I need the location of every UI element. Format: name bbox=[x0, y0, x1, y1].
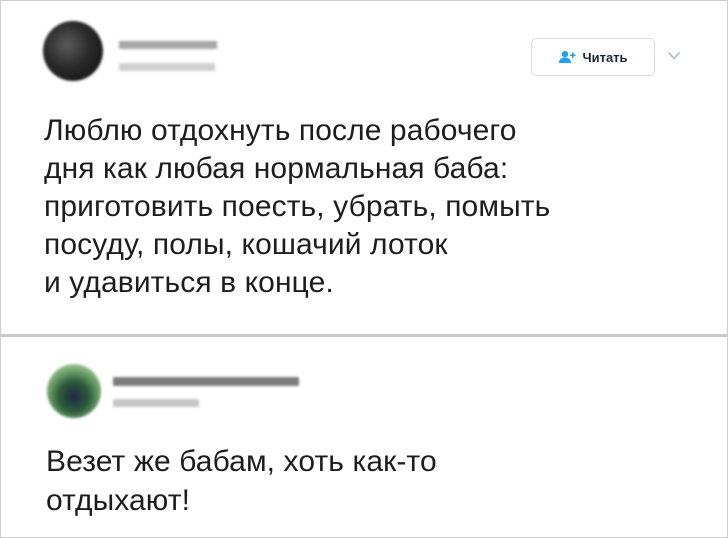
tweet-text-line: посуду, полы, кошачий лоток bbox=[44, 228, 448, 261]
add-user-icon bbox=[559, 51, 577, 63]
tweet-original: Читать Люблю отдохнуть после рабочего дн… bbox=[1, 1, 727, 334]
tweet-text-line: Люблю отдохнуть после рабочего bbox=[44, 114, 517, 147]
author-name-blurred[interactable] bbox=[119, 41, 217, 49]
tweet-text: Люблю отдохнуть после рабочего дня как л… bbox=[44, 112, 684, 302]
avatar[interactable] bbox=[47, 364, 101, 418]
reply-text: Везет же бабам, хоть как-то отдыхают! bbox=[46, 442, 686, 520]
tweet-text-line: дня как любая нормальная баба: bbox=[44, 152, 509, 185]
follow-button[interactable]: Читать bbox=[531, 38, 655, 76]
follow-button-label: Читать bbox=[582, 49, 628, 65]
tweet-text-line: и удавиться в конце. bbox=[44, 266, 334, 299]
author-handle-blurred bbox=[113, 399, 199, 407]
tweet-reply: Везет же бабам, хоть как-то отдыхают! bbox=[1, 337, 727, 537]
author-handle-blurred bbox=[119, 63, 215, 71]
reply-text-line: отдыхают! bbox=[46, 484, 191, 517]
screenshot-frame: Читать Люблю отдохнуть после рабочего дн… bbox=[0, 0, 728, 538]
tweet-text-line: приготовить поесть, убрать, помыть bbox=[44, 190, 551, 223]
avatar[interactable] bbox=[43, 21, 103, 81]
chevron-down-icon[interactable] bbox=[666, 50, 682, 62]
reply-text-line: Везет же бабам, хоть как-то bbox=[46, 445, 437, 478]
author-name-blurred[interactable] bbox=[113, 377, 299, 386]
